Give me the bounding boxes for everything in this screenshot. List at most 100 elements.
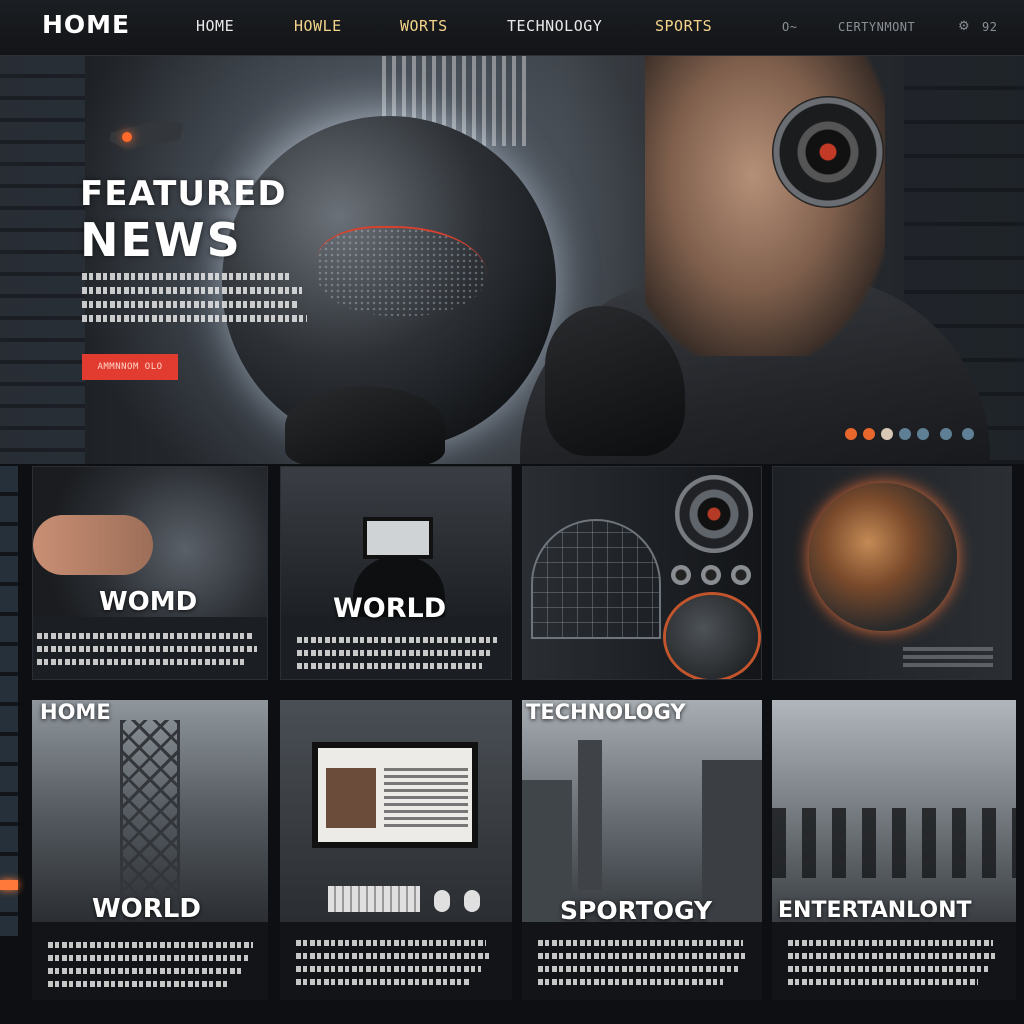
side-strip-light xyxy=(0,880,18,890)
card-summary xyxy=(788,940,1003,992)
text-line xyxy=(297,650,492,656)
text-line xyxy=(296,966,481,972)
nav-link-technology[interactable]: TECHNOLOGY xyxy=(507,17,602,35)
nav-link-home[interactable]: HOME xyxy=(196,17,234,35)
card-summary xyxy=(48,942,263,994)
card-summary xyxy=(538,940,753,992)
nav-link-contact[interactable]: CERTYNMONT xyxy=(838,20,915,34)
card-image xyxy=(280,700,512,922)
text-line xyxy=(788,979,978,985)
card-image xyxy=(523,467,761,679)
text-line xyxy=(296,953,491,959)
top-nav: HOME HOME HOWLE WORTS TECHNOLOGY SPORTS … xyxy=(0,0,1024,56)
text-line xyxy=(788,966,988,972)
nav-link-howle[interactable]: HOWLE xyxy=(294,17,342,35)
read-more-button[interactable]: AMMNNOM OLO xyxy=(82,354,178,380)
card-title: WORLD xyxy=(333,593,447,624)
camera-lens-icon xyxy=(675,475,753,553)
text-line xyxy=(538,953,748,959)
text-line xyxy=(48,942,253,948)
text-line xyxy=(37,633,252,639)
hand-image xyxy=(33,515,153,575)
mouse-image xyxy=(464,890,480,912)
card-image xyxy=(772,700,1016,922)
news-card-globe[interactable] xyxy=(772,466,1012,680)
card-top-label: HOME xyxy=(40,700,111,724)
crowd-image xyxy=(772,808,1016,878)
knob-icon xyxy=(731,565,751,585)
card-summary xyxy=(296,940,496,992)
text-line xyxy=(538,979,723,985)
card-title: WORLD xyxy=(92,894,201,924)
news-card-world-3[interactable]: HOME WORLD xyxy=(32,700,268,1000)
hand-image xyxy=(285,386,445,464)
dome-image xyxy=(531,519,661,639)
indicator-light xyxy=(863,428,875,440)
globe-continent-outline xyxy=(317,226,487,316)
tv-tower-image xyxy=(578,740,602,890)
card-title: ENTERTANLONT xyxy=(778,898,972,923)
text-line xyxy=(82,315,307,322)
indicator-light xyxy=(899,428,911,440)
headphone-icon xyxy=(772,96,884,208)
card-title: SPORTOGY xyxy=(560,896,713,925)
indicator-light xyxy=(845,428,857,440)
monitor-image xyxy=(312,742,478,848)
text-line xyxy=(788,953,998,959)
mouse-image xyxy=(434,890,450,912)
news-card-sports[interactable]: TECHNOLOGY SPORTOGY xyxy=(522,700,762,1000)
side-screen-strip xyxy=(0,466,18,936)
spaceship-image xyxy=(100,121,235,150)
text-line xyxy=(48,955,248,961)
news-card-world-2[interactable]: WORLD xyxy=(280,466,512,680)
card-top-label: TECHNOLOGY xyxy=(526,700,686,724)
indicator-light xyxy=(962,428,974,440)
hero-title-line1: FEATURED xyxy=(80,174,287,214)
text-line xyxy=(37,659,247,665)
indicator-light xyxy=(881,428,893,440)
nav-link-worts[interactable]: WORTS xyxy=(400,17,448,35)
tower-image xyxy=(120,720,180,920)
text-line xyxy=(538,966,738,972)
hero-summary-text xyxy=(82,273,307,335)
featured-hero: FEATURED NEWS AMMNNOM OLO xyxy=(0,56,1024,464)
text-line xyxy=(538,940,743,946)
news-card-entertainment[interactable]: ENTERTANLONT xyxy=(772,700,1016,1000)
globe-image xyxy=(809,483,957,631)
knob-icon xyxy=(701,565,721,585)
nav-link-extra[interactable]: O~ xyxy=(782,20,797,34)
card-image xyxy=(773,467,1011,679)
text-line xyxy=(297,663,482,669)
news-card-technology[interactable] xyxy=(522,466,762,680)
news-card-desk[interactable] xyxy=(280,700,512,1000)
sphere-image xyxy=(666,595,758,679)
card-image xyxy=(522,700,762,922)
text-line xyxy=(297,637,497,643)
card-image xyxy=(32,700,268,922)
text-lines xyxy=(903,647,993,669)
text-line xyxy=(788,940,993,946)
hero-title-line2: NEWS xyxy=(80,213,242,267)
text-line xyxy=(48,981,228,987)
settings-icon[interactable]: ⚙ xyxy=(958,19,970,34)
text-line xyxy=(37,646,257,652)
card-summary xyxy=(297,637,502,676)
text-line xyxy=(296,979,471,985)
card-summary xyxy=(37,633,262,672)
spaceship-flame xyxy=(122,132,132,142)
text-line xyxy=(82,287,302,294)
news-card-world-1[interactable]: WOMD xyxy=(32,466,268,680)
card-title: WOMD xyxy=(99,587,198,617)
site-logo[interactable]: HOME xyxy=(42,10,130,39)
article-photo xyxy=(326,768,376,828)
keyboard-image xyxy=(328,886,420,912)
knob-icon xyxy=(671,565,691,585)
indicator-light xyxy=(940,428,952,440)
text-line xyxy=(82,273,292,280)
hero-screens-left xyxy=(0,56,85,464)
text-line xyxy=(82,301,297,308)
monitor-image xyxy=(363,517,433,559)
nav-icon-label[interactable]: 92 xyxy=(982,20,997,34)
indicator-light xyxy=(917,428,929,440)
nav-link-sports[interactable]: SPORTS xyxy=(655,17,712,35)
